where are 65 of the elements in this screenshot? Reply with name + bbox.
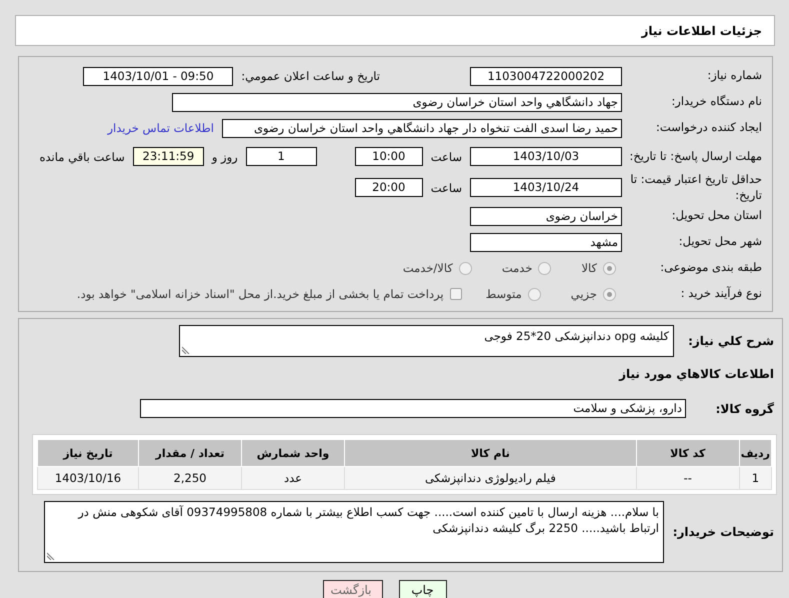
field-label: حداقل تاریخ اعتبار قیمت: تا تاریخ: [629, 172, 763, 204]
section-heading: اطلاعات کالاهاي مورد نیاز [618, 366, 775, 383]
column-header: نام کالا [344, 440, 636, 466]
summary-textarea[interactable]: کلیشه opg دندانپزشکی 20*25 فوجی [179, 325, 674, 357]
treasury-note: پرداخت تمام یا بخشی از مبلغ خرید.از محل "اسناد خزانه اسلامی" خواهد بود. [76, 287, 444, 301]
radio-button[interactable] [528, 288, 541, 300]
notes-text: با سلام.... هزینه ارسال با تامین کننده است..... جهت کسب اطلاع بیشتر با شماره 09374995808 آقای شکوهی منش در ارتباط باشید..... 2250 برگ کلیشه دندانپزشکی [76, 504, 660, 537]
field-label: ایجاد کننده درخواست: [655, 120, 763, 136]
radio-button[interactable] [538, 262, 552, 274]
time-label: ساعت [430, 150, 462, 164]
summary-text: کلیشه opg دندانپزشکی 20*25 فوجی [483, 328, 670, 345]
field-label: شرح کلي نیاز: [687, 334, 775, 348]
option-label: کالا [581, 261, 597, 275]
remaining-label: ساعت باقي مانده [40, 150, 125, 164]
field-label: نام دستگاه خریدار: [670, 94, 763, 110]
column-header: تعداد / مقدار [138, 440, 242, 466]
field-label: گروه کالا: [714, 402, 775, 416]
deadline-time-field[interactable]: 10:00 [354, 147, 423, 166]
field-label: شماره نیاز: [706, 68, 763, 84]
field-label: توضیحات خریدار: [672, 525, 775, 539]
days-label: روز و [212, 150, 238, 164]
column-header: ردیف [739, 440, 772, 466]
goods-group-field[interactable]: دارو، پزشکی و سلامت [140, 399, 686, 418]
column-header: واحد شمارش [242, 440, 344, 466]
resize-grip-icon[interactable] [182, 346, 190, 354]
field-label: تاریخ و ساعت اعلان عمومي: [241, 69, 380, 83]
option-label: کالا/خدمت [402, 261, 453, 275]
province-field[interactable]: خراسان رضوی [470, 206, 622, 226]
field-label: شهر محل تحویل: [678, 234, 763, 250]
table-cell: 1403/10/16 [38, 466, 138, 490]
validity-time-field[interactable]: 20:00 [354, 178, 423, 197]
table-cell: 2,250 [138, 466, 242, 490]
remaining-time-field[interactable]: 23:11:59 [132, 147, 204, 166]
checkbox[interactable] [450, 288, 462, 300]
table-cell: 1 [739, 466, 772, 490]
radio-button[interactable] [603, 262, 616, 274]
deadline-date-field[interactable]: 1403/10/03 [470, 147, 622, 166]
city-field[interactable]: مشهد [470, 232, 622, 252]
page-title: جزئیات اطلاعات نیاز [641, 24, 762, 38]
column-header: کد کالا [636, 440, 740, 466]
buyer-org-field[interactable]: جهاد دانشگاهي واحد استان خراسان رضوی [172, 92, 622, 112]
resize-grip-icon[interactable] [47, 552, 55, 560]
back-button[interactable]: بازگشت [322, 580, 382, 598]
need-number-field[interactable]: 1103004722000202 [470, 66, 622, 86]
contact-info-link[interactable]: اطلاعات تماس خریدار [107, 121, 214, 135]
option-label: خدمت [502, 261, 532, 275]
field-label: طبقه بندی موضوعی: [659, 260, 763, 276]
time-label: ساعت [430, 180, 462, 194]
validity-date-field[interactable]: 1403/10/24 [470, 178, 622, 197]
column-header: تاریخ نیاز [38, 440, 138, 466]
print-button[interactable]: چاپ [398, 580, 446, 598]
days-field[interactable]: 1 [246, 147, 317, 166]
radio-button[interactable] [603, 288, 616, 300]
field-label: مهلت ارسال پاسخ: تا تاریخ: [628, 148, 763, 164]
table-cell: فیلم رادیولوژی دندانپزشکی [344, 466, 636, 490]
announce-date-field[interactable]: 1403/10/01 - 09:50 [83, 66, 234, 86]
requester-field[interactable]: حمید رضا اسدی الفت تنخواه دار جهاد دانشگاهي واحد استان خراسان رضوی [222, 118, 622, 138]
field-label: نوع فرآیند خرید : [680, 286, 763, 302]
option-label: متوسط [486, 287, 522, 301]
field-label: استان محل تحویل: [670, 208, 763, 224]
radio-button[interactable] [458, 262, 472, 274]
table-cell: -- [636, 466, 740, 490]
table-cell: عدد [242, 466, 344, 490]
notes-textarea[interactable]: با سلام.... هزینه ارسال با تامین کننده است..... جهت کسب اطلاع بیشتر با شماره 09374995808 آقای شکوهی منش در ارتباط باشید..... 2250 برگ کلیشه دندانپزشکی [44, 501, 664, 563]
option-label: جزیي [570, 287, 597, 301]
